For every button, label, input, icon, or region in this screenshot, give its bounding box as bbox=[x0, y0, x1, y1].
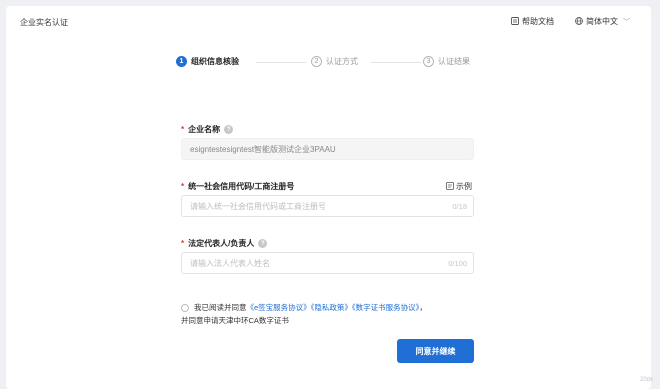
agree-continue-button[interactable]: 同意并继续 bbox=[397, 339, 474, 363]
step-3-label: 认证结果 bbox=[438, 57, 470, 66]
example-link[interactable]: 示例 bbox=[446, 181, 472, 192]
required-mark: * bbox=[181, 182, 185, 191]
required-mark: * bbox=[181, 239, 185, 248]
document-icon bbox=[511, 16, 519, 27]
page-title: 企业实名认证 bbox=[20, 18, 68, 27]
legal-rep-label: * 法定代表人/负责人 ? bbox=[181, 238, 268, 249]
certificate-agreement-link[interactable]: 《数字证书服务协议》 bbox=[352, 303, 420, 312]
company-name-value: esigntestesigntest智能版测试企业3PAAU bbox=[190, 144, 336, 154]
step-2: 2 认证方式 bbox=[311, 56, 358, 67]
company-name-field: esigntestesigntest智能版测试企业3PAAU bbox=[181, 138, 474, 160]
step-1: 1 组织信息核验 bbox=[176, 56, 239, 67]
help-docs-label: 帮助文档 bbox=[522, 17, 554, 26]
step-2-number: 2 bbox=[311, 56, 322, 67]
legal-rep-label-text: 法定代表人/负责人 bbox=[188, 239, 255, 248]
step-connector bbox=[256, 62, 306, 63]
step-connector bbox=[371, 62, 421, 63]
help-docs-link[interactable]: 帮助文档 bbox=[511, 16, 554, 27]
credit-code-input[interactable]: 请输入统一社会信用代码或工商注册号 0/18 bbox=[181, 195, 474, 217]
company-name-label-text: 企业名称 bbox=[188, 125, 221, 134]
agreement-suffix: ， bbox=[419, 303, 427, 312]
globe-icon bbox=[575, 16, 583, 27]
info-icon[interactable]: ? bbox=[258, 239, 268, 248]
legal-rep-placeholder: 请输入法人代表人姓名 bbox=[190, 258, 270, 268]
step-1-number: 1 bbox=[176, 56, 187, 67]
example-icon bbox=[446, 181, 454, 192]
watermark: 20dx bbox=[640, 377, 654, 383]
step-3: 3 认证结果 bbox=[423, 56, 470, 67]
credit-code-counter: 0/18 bbox=[452, 202, 467, 211]
agreement-checkbox[interactable] bbox=[181, 304, 189, 312]
step-2-label: 认证方式 bbox=[326, 57, 358, 66]
agreement-prefix: 我已阅读并同意 bbox=[194, 303, 247, 312]
agreement-line2: 并同意申请天津中环CA数字证书 bbox=[181, 316, 289, 325]
chevron-down-icon: ﹀ bbox=[623, 18, 630, 26]
required-mark: * bbox=[181, 125, 185, 134]
step-1-label: 组织信息核验 bbox=[191, 57, 239, 66]
privacy-policy-link[interactable]: 《隐私政策》 bbox=[311, 303, 352, 312]
language-selector[interactable]: 简体中文 ﹀ bbox=[575, 16, 630, 27]
company-name-label: * 企业名称 ? bbox=[181, 124, 234, 135]
agreement-text: 我已阅读并同意《e签宝服务协议》《隐私政策》《数字证书服务协议》， bbox=[194, 302, 427, 313]
credit-code-label: * 统一社会信用代码/工商注册号 bbox=[181, 181, 294, 192]
credit-code-label-text: 统一社会信用代码/工商注册号 bbox=[188, 182, 295, 191]
top-bar: 企业实名认证 帮助文档 简体中文 ﹀ bbox=[6, 6, 651, 38]
example-label: 示例 bbox=[456, 182, 472, 191]
legal-rep-input[interactable]: 请输入法人代表人姓名 0/100 bbox=[181, 252, 474, 274]
legal-rep-counter: 0/100 bbox=[448, 259, 467, 268]
credit-code-placeholder: 请输入统一社会信用代码或工商注册号 bbox=[190, 201, 326, 211]
language-label: 简体中文 bbox=[586, 17, 618, 26]
step-3-number: 3 bbox=[423, 56, 434, 67]
service-agreement-link[interactable]: 《e签宝服务协议》 bbox=[247, 303, 311, 312]
info-icon[interactable]: ? bbox=[224, 125, 234, 134]
progress-steps: 1 组织信息核验 2 认证方式 3 认证结果 bbox=[176, 56, 476, 70]
